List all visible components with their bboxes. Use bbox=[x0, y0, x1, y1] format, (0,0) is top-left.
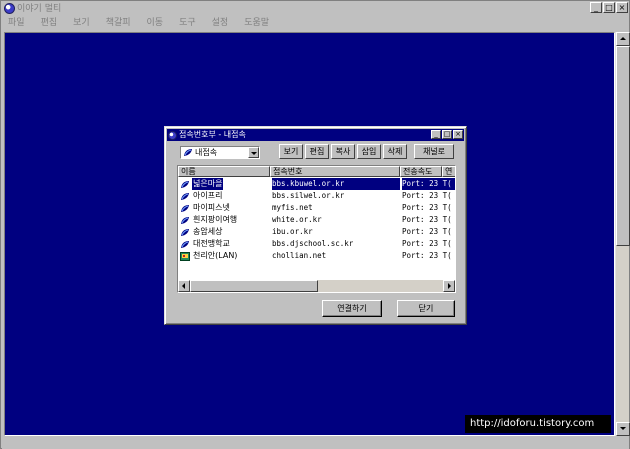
chevron-down-icon[interactable] bbox=[248, 147, 259, 158]
list-item[interactable]: 흰지팡이여행 white.or.kr Port: 23 T( bbox=[178, 214, 455, 226]
menu-settings[interactable]: 설정 bbox=[206, 16, 235, 30]
column-header-name[interactable]: 이름 bbox=[178, 166, 270, 177]
list-item[interactable]: 마이피스넷 myfis.net Port: 23 T( bbox=[178, 202, 455, 214]
channel-button[interactable]: 채널로 bbox=[414, 144, 454, 159]
app-window: 이야기 멀티 _ □ × 파일 편집 보기 책갈피 이동 도구 설정 도움말 h… bbox=[0, 0, 630, 449]
horizontal-scroll-thumb[interactable] bbox=[190, 280, 318, 292]
list-item-name: 아이프리 bbox=[193, 191, 223, 200]
scroll-right-button[interactable] bbox=[443, 280, 455, 292]
list-item[interactable]: 대전맹학교 bbs.djschool.sc.kr Port: 23 T( bbox=[178, 238, 455, 250]
copy-button[interactable]: 복사 bbox=[331, 144, 355, 159]
dialog-maximize-button[interactable]: □ bbox=[442, 130, 452, 139]
list-item-name: 대전맹학교 bbox=[193, 239, 230, 248]
column-header-extra[interactable]: 연 bbox=[442, 166, 455, 177]
title-bar[interactable]: 이야기 멀티 _ □ × bbox=[2, 2, 629, 15]
telnet-icon bbox=[180, 192, 192, 201]
list-item-address: white.or.kr bbox=[272, 215, 322, 224]
list-item-port: Port: 23 T( bbox=[402, 203, 452, 212]
telnet-icon bbox=[180, 228, 192, 237]
minimize-button[interactable]: _ bbox=[590, 2, 602, 13]
list-item-name: 천리안(LAN) bbox=[193, 251, 238, 260]
list-item-address: ibu.or.kr bbox=[272, 227, 313, 236]
list-item[interactable]: 아이프리 bbs.silwel.or.kr Port: 23 T( bbox=[178, 190, 455, 202]
connect-button[interactable]: 연결하기 bbox=[322, 300, 382, 317]
telnet-icon bbox=[180, 180, 192, 189]
list-item-address: chollian.net bbox=[272, 251, 327, 260]
menu-go[interactable]: 이동 bbox=[141, 16, 170, 30]
telnet-icon bbox=[180, 204, 192, 213]
dialog-title-bar[interactable]: 접속번호부 - 내접속 _ □ × bbox=[167, 129, 464, 141]
close-button[interactable]: × bbox=[616, 2, 628, 13]
list-item-address: bbs.silwel.or.kr bbox=[272, 191, 345, 200]
list-item-port: Port: 23 T( bbox=[402, 239, 452, 248]
view-button[interactable]: 보기 bbox=[279, 144, 303, 159]
list-item-port: Port: 23 T( bbox=[402, 215, 452, 224]
menu-bar: 파일 편집 보기 책갈피 이동 도구 설정 도움말 bbox=[2, 15, 629, 30]
list-item[interactable]: 송암세상 ibu.or.kr Port: 23 T( bbox=[178, 226, 455, 238]
list-item-port: Port: 23 T( bbox=[402, 251, 452, 260]
scroll-down-button[interactable] bbox=[616, 422, 630, 436]
list-item-address: bbs.kbuwel.or.kr bbox=[272, 178, 400, 190]
list-item-name: 송암세상 bbox=[193, 227, 223, 236]
list-item-port: Port: 23 T( bbox=[402, 191, 452, 200]
dialog-title: 접속번호부 - 내접속 bbox=[179, 130, 246, 139]
status-bar bbox=[2, 437, 629, 449]
list-item-name-cell: 아이프리 bbox=[180, 190, 268, 202]
app-icon[interactable] bbox=[4, 3, 15, 14]
dialog-close-button[interactable]: × bbox=[453, 130, 463, 139]
phonebook-select[interactable]: 내접속 bbox=[180, 146, 260, 159]
menu-bookmarks[interactable]: 책갈피 bbox=[100, 16, 137, 30]
list-item[interactable]: 넓은마을 bbs.kbuwel.or.kr Port: 23 T( bbox=[178, 178, 455, 190]
list-item-address: myfis.net bbox=[272, 203, 313, 212]
menu-edit[interactable]: 편집 bbox=[35, 16, 64, 30]
list-item-name: 흰지팡이여행 bbox=[193, 215, 238, 224]
telnet-icon bbox=[180, 216, 192, 225]
list-item-name-cell: 송암세상 bbox=[180, 226, 268, 238]
list-item-port: Port: 23 T( bbox=[402, 227, 452, 236]
list-item-name-cell: 대전맹학교 bbox=[180, 238, 268, 250]
list-item-name-cell: 흰지팡이여행 bbox=[180, 214, 268, 226]
vertical-scrollbar[interactable] bbox=[615, 32, 630, 436]
list-item-name: 넓은마을 bbox=[192, 178, 224, 190]
window-title: 이야기 멀티 bbox=[17, 3, 62, 14]
scroll-thumb[interactable] bbox=[616, 46, 630, 246]
maximize-button[interactable]: □ bbox=[603, 2, 615, 13]
list-item-name-cell: 천리안(LAN) bbox=[180, 250, 268, 262]
list-item-name-cell: 마이피스넷 bbox=[180, 202, 268, 214]
menu-view[interactable]: 보기 bbox=[67, 16, 96, 30]
menu-help[interactable]: 도움말 bbox=[238, 16, 275, 30]
scroll-up-button[interactable] bbox=[616, 32, 630, 46]
list-item-name: 마이피스넷 bbox=[193, 203, 230, 212]
insert-button[interactable]: 삽입 bbox=[357, 144, 381, 159]
menu-tools[interactable]: 도구 bbox=[173, 16, 202, 30]
telnet-icon bbox=[180, 240, 192, 249]
dialog-minimize-button[interactable]: _ bbox=[431, 130, 441, 139]
scroll-left-button[interactable] bbox=[178, 280, 190, 292]
phonebook-dialog: 접속번호부 - 내접속 _ □ × 내접속 보기 편집 복사 삽입 삭제 채널로… bbox=[164, 126, 467, 325]
horizontal-scrollbar[interactable] bbox=[178, 280, 455, 292]
list-item[interactable]: 천리안(LAN) chollian.net Port: 23 T( bbox=[178, 250, 455, 262]
column-header-speed[interactable]: 전송속도 bbox=[400, 166, 442, 177]
lan-icon bbox=[180, 251, 192, 261]
watermark-url: http://idoforu.tistory.com bbox=[465, 415, 611, 433]
edit-button[interactable]: 편집 bbox=[305, 144, 329, 159]
close-dialog-button[interactable]: 닫기 bbox=[397, 300, 455, 317]
column-header-address[interactable]: 접속번호 bbox=[270, 166, 400, 177]
list-item-port: Port: 23 T( bbox=[402, 178, 455, 190]
list-item-address: bbs.djschool.sc.kr bbox=[272, 239, 354, 248]
delete-button[interactable]: 삭제 bbox=[383, 144, 407, 159]
list-item-name-cell: 넓은마을 bbox=[180, 178, 268, 190]
phonebook-list[interactable]: 이름 접속번호 전송속도 연 넓은마을 bbs.kbuwel.or.kr Port:… bbox=[177, 165, 456, 293]
dialog-app-icon[interactable] bbox=[168, 130, 177, 140]
phonebook-select-value: 내접속 bbox=[195, 148, 218, 157]
menu-file[interactable]: 파일 bbox=[2, 16, 31, 30]
telnet-icon bbox=[184, 149, 192, 156]
